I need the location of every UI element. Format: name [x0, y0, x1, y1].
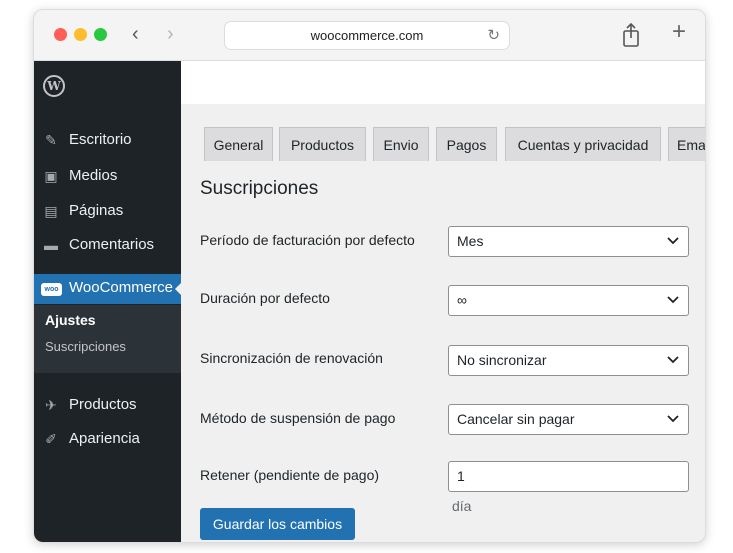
sidebar-item-apariencia[interactable]: ✐ Apariencia [34, 425, 181, 455]
renewal-sync-label: Sincronización de renovación [200, 350, 383, 366]
tab-email[interactable]: Ema [668, 127, 705, 161]
forward-icon[interactable]: › [167, 23, 174, 45]
submenu-item-suscripciones[interactable]: Suscripciones [45, 339, 126, 354]
sidebar-item-escritorio[interactable]: ✎ Escritorio [34, 126, 181, 156]
address-bar[interactable]: woocommerce.com ↻ [224, 21, 510, 50]
browser-window: ‹ › woocommerce.com ↻ + W ✎ Escritorio ▣… [33, 9, 706, 543]
sidebar-item-comentarios[interactable]: ▬ Comentarios [34, 231, 181, 261]
wordpress-logo-icon[interactable]: W [43, 75, 65, 97]
new-tab-icon[interactable]: + [672, 19, 686, 45]
sidebar-item-label: Medios [69, 167, 118, 184]
suspension-method-label: Método de suspensión de pago [200, 410, 396, 426]
tab-productos[interactable]: Productos [279, 127, 366, 161]
chevron-down-icon [667, 296, 679, 304]
url-text: woocommerce.com [310, 28, 424, 43]
default-duration-select[interactable]: ∞ [448, 285, 689, 316]
retain-pending-input[interactable]: 1 [448, 461, 689, 492]
active-indicator [175, 282, 182, 296]
retain-pending-label: Retener (pendiente de pago) [200, 467, 380, 483]
chevron-down-icon [667, 237, 679, 245]
pages-icon: ▤ [44, 203, 58, 219]
sidebar-item-label: Apariencia [69, 430, 140, 447]
media-icon: ▣ [44, 168, 58, 184]
suspension-method-select[interactable]: Cancelar sin pagar [448, 404, 689, 435]
pin-icon: ✎ [45, 132, 57, 148]
close-window-button[interactable] [54, 28, 67, 41]
admin-sidebar: W ✎ Escritorio ▣ Medios ▤ Páginas ▬ Come… [34, 61, 182, 542]
admin-top-bar [181, 61, 705, 104]
woocommerce-submenu: Ajustes Suscripciones [34, 305, 181, 373]
sidebar-item-label: Comentarios [69, 236, 155, 253]
sidebar-item-label: Escritorio [69, 131, 132, 148]
billing-period-select[interactable]: Mes [448, 226, 689, 257]
retain-unit-hint: día [452, 498, 472, 514]
tab-envio[interactable]: Envio [373, 127, 429, 161]
chevron-down-icon [667, 415, 679, 423]
chevron-down-icon [667, 356, 679, 364]
sidebar-item-paginas[interactable]: ▤ Páginas [34, 197, 181, 227]
save-changes-button[interactable]: Guardar los cambios [200, 508, 355, 540]
back-icon[interactable]: ‹ [132, 23, 139, 45]
tab-pagos[interactable]: Pagos [436, 127, 497, 161]
minimize-window-button[interactable] [74, 28, 87, 41]
select-value: ∞ [457, 292, 467, 308]
sidebar-item-label: Productos [69, 396, 137, 413]
sidebar-item-productos[interactable]: ✈ Productos [34, 391, 181, 421]
renewal-sync-select[interactable]: No sincronizar [448, 345, 689, 376]
select-value: Mes [457, 233, 484, 249]
sidebar-item-medios[interactable]: ▣ Medios [34, 162, 181, 192]
tab-general[interactable]: General [204, 127, 273, 161]
comments-icon: ▬ [44, 237, 58, 253]
default-duration-label: Duración por defecto [200, 290, 330, 306]
zoom-window-button[interactable] [94, 28, 107, 41]
browser-toolbar: ‹ › woocommerce.com ↻ + [34, 10, 705, 61]
billing-period-label: Período de facturación por defecto [200, 232, 415, 248]
page-title: Suscripciones [200, 178, 319, 199]
appearance-icon: ✐ [45, 431, 57, 447]
select-value: Cancelar sin pagar [457, 411, 575, 427]
products-icon: ✈ [45, 397, 57, 413]
tab-cuentas-y-privacidad[interactable]: Cuentas y privacidad [505, 127, 661, 161]
woo-icon: woo [41, 283, 62, 296]
sidebar-item-woocommerce[interactable]: woo WooCommerce [34, 274, 182, 304]
select-value: No sincronizar [457, 352, 547, 368]
sidebar-item-label: Páginas [69, 202, 124, 219]
submenu-item-ajustes[interactable]: Ajustes [45, 312, 96, 328]
share-icon[interactable] [620, 22, 642, 48]
reload-icon[interactable]: ↻ [487, 26, 500, 44]
sidebar-item-label: WooCommerce [69, 279, 173, 296]
